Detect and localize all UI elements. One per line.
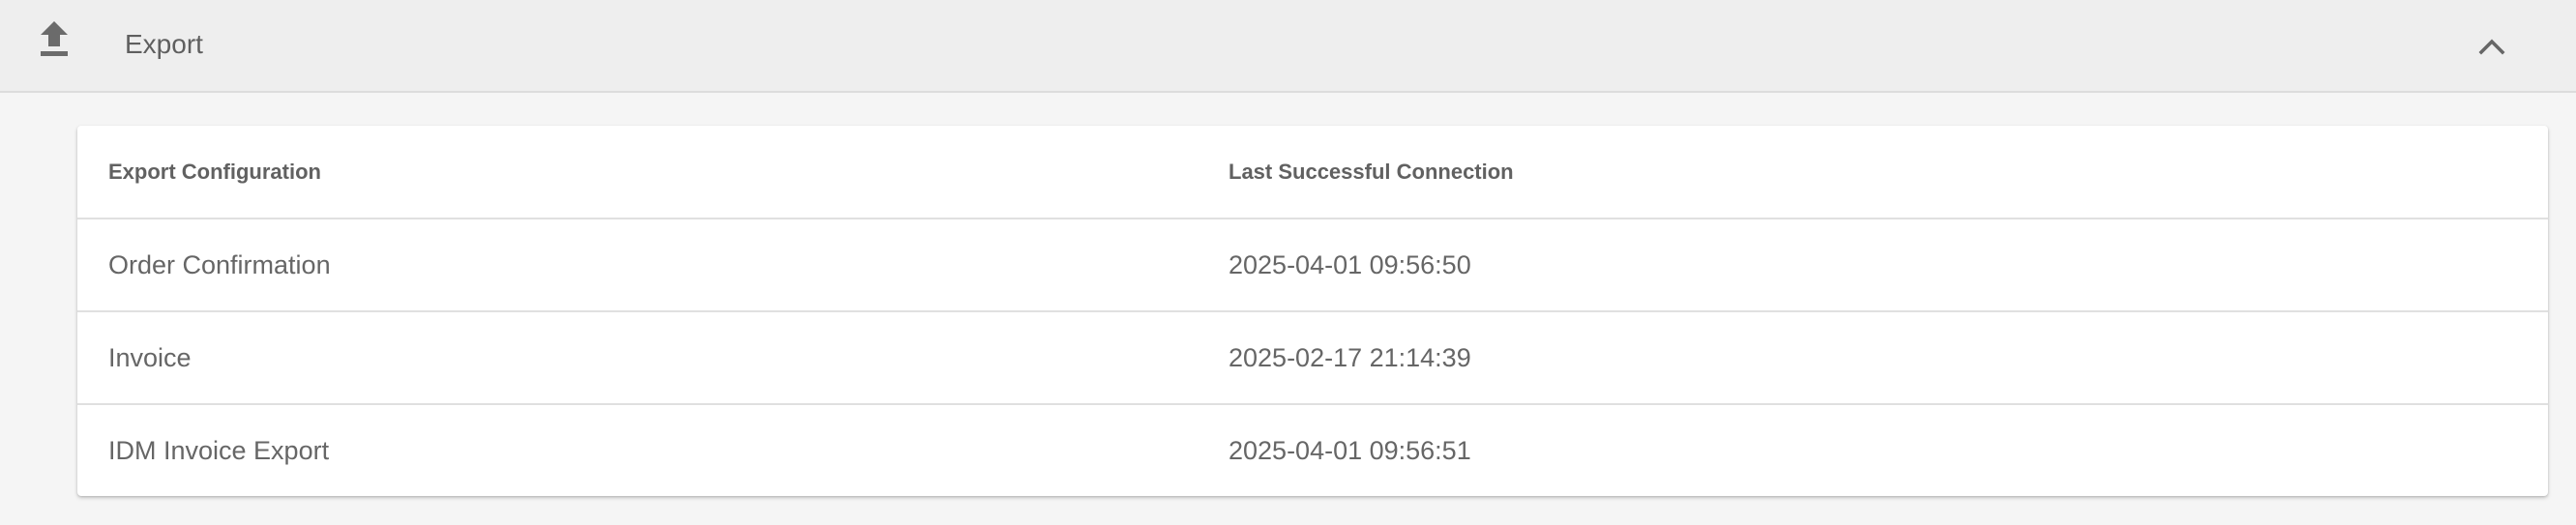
table-row[interactable]: IDM Invoice Export 2025-04-01 09:56:51 [77, 404, 2548, 496]
table-header-row: Export Configuration Last Successful Con… [77, 126, 2548, 219]
cell-export-configuration: Invoice [77, 311, 1198, 405]
table-row[interactable]: Invoice 2025-02-17 21:14:39 [77, 311, 2548, 405]
panel-title: Export [125, 29, 203, 59]
export-panel-header[interactable]: Export [0, 0, 2576, 93]
cell-last-successful-connection: 2025-04-01 09:56:50 [1198, 219, 2548, 312]
column-header-export-configuration[interactable]: Export Configuration [77, 126, 1198, 219]
cell-export-configuration: IDM Invoice Export [108, 436, 330, 465]
collapse-button[interactable] [2469, 23, 2515, 70]
export-configuration-table: Export Configuration Last Successful Con… [77, 126, 2548, 496]
chevron-up-icon [2478, 39, 2505, 55]
upload-icon [41, 21, 68, 56]
export-configuration-table-card: Export Configuration Last Successful Con… [77, 126, 2548, 496]
table-row[interactable]: Order Confirmation 2025-04-01 09:56:50 [77, 219, 2548, 312]
cell-last-successful-connection: 2025-02-17 21:14:39 [1198, 311, 2548, 405]
column-header-last-successful-connection[interactable]: Last Successful Connection [1198, 126, 2548, 219]
cell-export-configuration: Order Confirmation [77, 219, 1198, 312]
cell-last-successful-connection: 2025-04-01 09:56:51 [1229, 436, 1471, 465]
